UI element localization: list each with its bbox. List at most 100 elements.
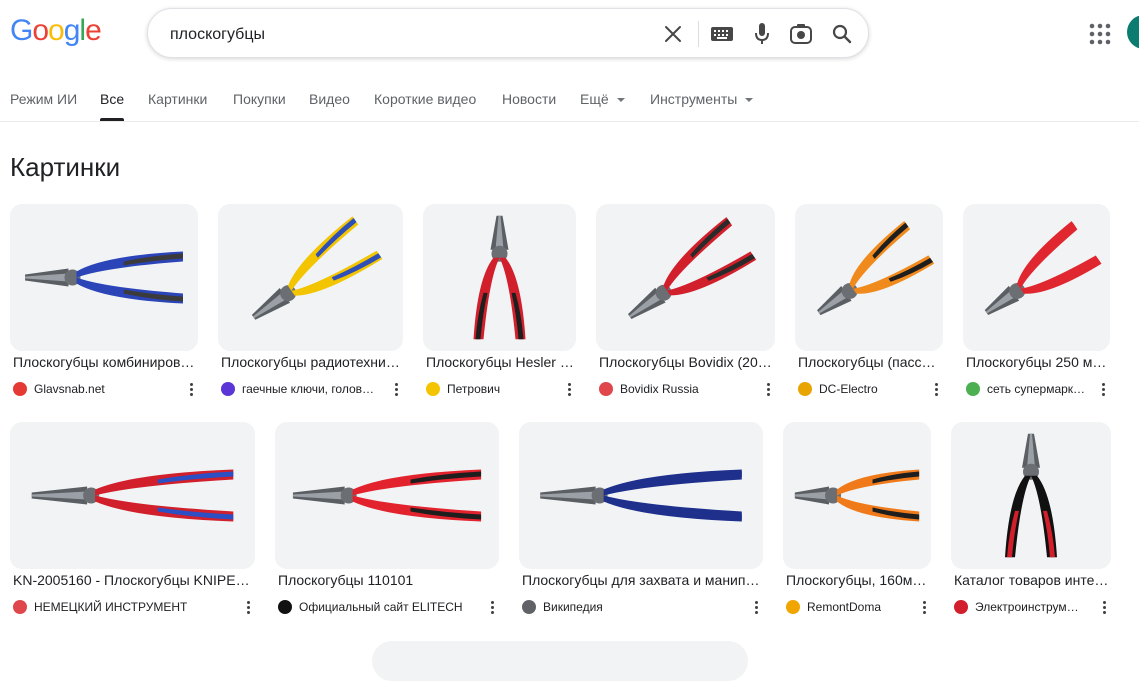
image-thumbnail[interactable] <box>10 204 198 351</box>
images-section-title: Картинки <box>10 152 121 182</box>
image-result-card[interactable]: Плоскогубцы комбиниров… Glavsnab.net <box>10 204 198 400</box>
more-vert-icon[interactable] <box>765 381 771 397</box>
image-source-name: Электроинструм… <box>975 600 1079 614</box>
tab-ai-mode[interactable]: Режим ИИ <box>10 91 77 107</box>
image-source[interactable]: Электроинструм… <box>954 599 1090 615</box>
image-result-card[interactable]: Плоскогубцы Hesler … Петрович <box>423 204 576 400</box>
search-input[interactable] <box>168 22 652 48</box>
more-vert-icon[interactable] <box>566 381 572 397</box>
image-title[interactable]: Плоскогубцы радиотехни… <box>221 354 402 370</box>
search-divider <box>698 21 699 47</box>
image-thumbnail[interactable] <box>596 204 775 351</box>
image-source[interactable]: Петрович <box>426 381 555 397</box>
image-title[interactable]: Плоскогубцы комбиниров… <box>13 354 197 370</box>
more-vert-icon[interactable] <box>1100 381 1106 397</box>
image-thumbnail[interactable] <box>218 204 403 351</box>
chevron-down-icon <box>616 98 625 103</box>
image-result-card[interactable]: KN-2005160 - Плоскогубцы KNIPEX… НЕМЕЦКИЙ… <box>10 422 255 618</box>
image-title[interactable]: Плоскогубцы, 160м… <box>786 572 930 588</box>
image-source[interactable]: гаечные ключи, голов… <box>221 381 382 397</box>
image-source[interactable]: DC-Electro <box>798 381 922 397</box>
image-source[interactable]: Википедия <box>522 599 742 615</box>
tab-shopping[interactable]: Покупки <box>233 91 286 107</box>
image-thumbnail[interactable] <box>519 422 763 569</box>
tab-videos[interactable]: Видео <box>309 91 350 107</box>
image-source-name: DC-Electro <box>819 382 878 396</box>
site-favicon-icon <box>954 600 968 614</box>
image-title[interactable]: Плоскогубцы Bovidix (20… <box>599 354 774 370</box>
image-title[interactable]: Плоскогубцы Hesler … <box>426 354 575 370</box>
site-favicon-icon <box>786 600 800 614</box>
avatar[interactable] <box>1127 15 1139 49</box>
image-source[interactable]: НЕМЕЦКИЙ ИНСТРУМЕНТ <box>13 599 234 615</box>
image-thumbnail[interactable] <box>963 204 1110 351</box>
image-title[interactable]: Плоскогубцы для захвата и манипу… <box>522 572 762 588</box>
image-result-card[interactable]: Плоскогубцы радиотехни… гаечные ключи, го… <box>218 204 403 400</box>
more-vert-icon[interactable] <box>188 381 194 397</box>
more-vert-icon[interactable] <box>245 599 251 615</box>
image-result-card[interactable]: Каталог товаров инте… Электроинструм… <box>951 422 1111 618</box>
image-thumbnail[interactable] <box>783 422 931 569</box>
tab-news[interactable]: Новости <box>502 91 556 107</box>
image-source[interactable]: Официальный сайт ELITECH <box>278 599 478 615</box>
site-favicon-icon <box>798 382 812 396</box>
site-favicon-icon <box>426 382 440 396</box>
pliers-illustration <box>251 216 383 320</box>
image-thumbnail[interactable] <box>423 204 576 351</box>
image-result-card[interactable]: Плоскогубцы для захвата и манипу… Википед… <box>519 422 763 618</box>
image-source[interactable]: Bovidix Russia <box>599 381 754 397</box>
google-logo[interactable]: Google <box>10 14 102 48</box>
image-title[interactable]: Плоскогубцы 110101 <box>278 572 498 588</box>
more-vert-icon[interactable] <box>933 381 939 397</box>
close-icon[interactable] <box>661 22 685 46</box>
show-more-bar[interactable] <box>372 641 748 681</box>
tab-images[interactable]: Картинки <box>148 91 207 107</box>
image-result-card[interactable]: Плоскогубцы 110101 Официальный сайт ELITE… <box>275 422 499 618</box>
tab-tools[interactable]: Инструменты <box>650 91 754 107</box>
image-result-card[interactable]: Плоскогубцы 250 м… сеть супермарк… <box>963 204 1110 400</box>
pliers-illustration <box>794 469 920 522</box>
image-source[interactable]: RemontDoma <box>786 599 910 615</box>
more-vert-icon[interactable] <box>753 599 759 615</box>
image-source[interactable]: сеть супермарк… <box>966 381 1089 397</box>
site-favicon-icon <box>278 600 292 614</box>
pliers-illustration <box>817 221 935 316</box>
image-source-name: гаечные ключи, голов… <box>242 382 375 396</box>
search-tabs: Режим ИИ Все Картинки Покупки Видео Коро… <box>0 80 1139 122</box>
lens-icon[interactable] <box>789 22 813 46</box>
tab-more[interactable]: Ещё <box>580 91 625 107</box>
site-favicon-icon <box>966 382 980 396</box>
image-source[interactable]: Glavsnab.net <box>13 381 177 397</box>
more-vert-icon[interactable] <box>393 381 399 397</box>
image-title[interactable]: Каталог товаров инте… <box>954 572 1110 588</box>
more-vert-icon[interactable] <box>921 599 927 615</box>
more-vert-icon[interactable] <box>1101 599 1107 615</box>
image-result-card[interactable]: Плоскогубцы Bovidix (20… Bovidix Russia <box>596 204 775 400</box>
image-title[interactable]: KN-2005160 - Плоскогубцы KNIPEX… <box>13 572 254 588</box>
pliers-illustration <box>31 469 234 522</box>
image-thumbnail[interactable] <box>795 204 943 351</box>
image-title[interactable]: Плоскогубцы (пасса… <box>798 354 942 370</box>
image-thumbnail[interactable] <box>951 422 1111 569</box>
image-title[interactable]: Плоскогубцы 250 м… <box>966 354 1109 370</box>
search-icon[interactable] <box>830 22 854 46</box>
more-vert-icon[interactable] <box>489 599 495 615</box>
tab-more-label: Ещё <box>580 91 609 107</box>
image-result-card[interactable]: Плоскогубцы (пасса… DC-Electro <box>795 204 943 400</box>
site-favicon-icon <box>522 600 536 614</box>
image-source-name: Петрович <box>447 382 501 396</box>
tab-short-videos[interactable]: Короткие видео <box>374 91 476 107</box>
mic-icon[interactable] <box>750 22 774 46</box>
image-source-name: Bovidix Russia <box>620 382 699 396</box>
image-thumbnail[interactable] <box>275 422 499 569</box>
image-thumbnail[interactable] <box>10 422 255 569</box>
apps-grid-icon[interactable] <box>1089 23 1111 45</box>
image-result-card[interactable]: Плоскогубцы, 160м… RemontDoma <box>783 422 931 618</box>
keyboard-icon[interactable] <box>710 22 734 46</box>
tab-all[interactable]: Все <box>100 91 125 121</box>
search-box <box>147 8 869 58</box>
site-favicon-icon <box>599 382 613 396</box>
image-source-name: Википедия <box>543 600 603 614</box>
site-favicon-icon <box>221 382 235 396</box>
image-source-name: Glavsnab.net <box>34 382 105 396</box>
